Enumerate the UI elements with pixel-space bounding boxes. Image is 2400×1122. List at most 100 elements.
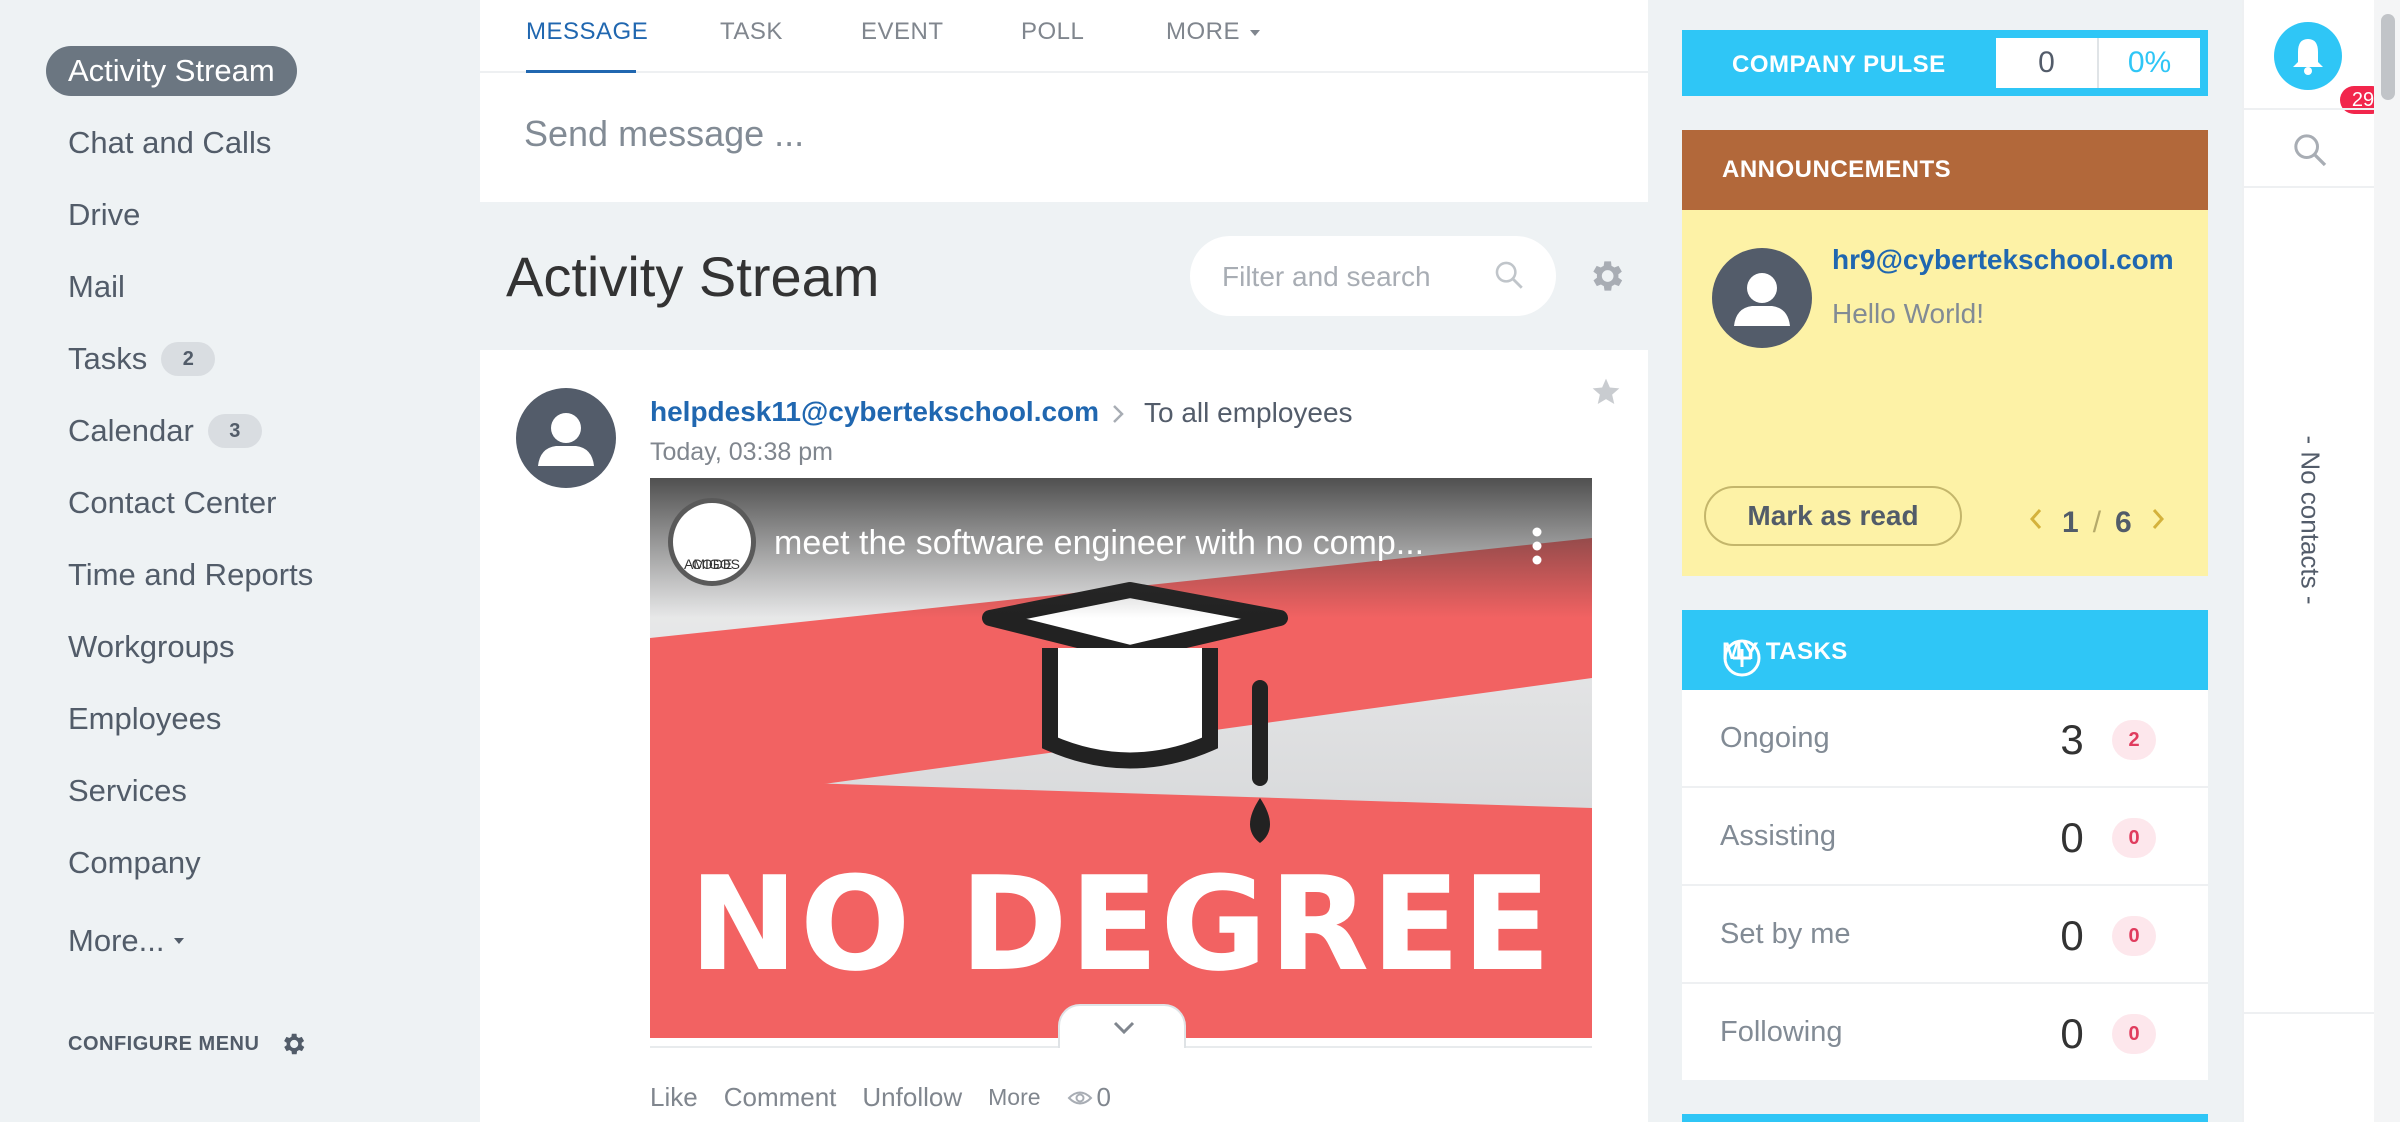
stream-settings-gear-icon[interactable] — [1586, 256, 1626, 301]
user-silhouette-icon — [1734, 273, 1790, 326]
tab-event[interactable]: EVENT — [861, 18, 944, 46]
sidebar-item-services[interactable]: Services — [46, 766, 209, 816]
active-tab-indicator — [526, 70, 636, 73]
scrollbar-thumb[interactable] — [2381, 14, 2395, 100]
avatar[interactable] — [1712, 248, 1812, 348]
sidebar-item-time-and-reports[interactable]: Time and Reports — [46, 550, 335, 600]
task-row-assisting[interactable]: Assisting 0 0 — [1682, 788, 2208, 886]
post-recipient[interactable]: To all employees — [1144, 397, 1353, 429]
post-author-link[interactable]: helpdesk11@cybertekschool.com — [650, 396, 1099, 428]
sidebar-item-calendar[interactable]: Calendar 3 — [46, 406, 284, 456]
channel-logo-line2: CODE — [691, 556, 733, 572]
sidebar-item-mail[interactable]: Mail — [46, 262, 147, 312]
comment-button[interactable]: Comment — [724, 1082, 837, 1113]
tab-message[interactable]: MESSAGE — [526, 18, 648, 46]
pager-separator: / — [2092, 506, 2102, 539]
sidebar-item-more[interactable]: More... — [46, 916, 206, 966]
task-row-count: 0 — [2060, 1010, 2084, 1057]
chevron-right-icon[interactable] — [2150, 506, 2166, 540]
video-embed[interactable]: AMIGOS CODE meet the software engineer wi… — [650, 478, 1592, 1038]
tasks-count-badge: 2 — [161, 342, 216, 376]
tab-task[interactable]: TASK — [720, 18, 783, 46]
mark-as-read-button[interactable]: Mark as read — [1704, 486, 1962, 546]
add-task-icon[interactable] — [1722, 638, 2182, 685]
left-sidebar: Activity Stream Chat and Calls Drive Mai… — [0, 0, 478, 1122]
chevron-left-icon[interactable] — [2028, 506, 2044, 540]
video-title[interactable]: meet the software engineer with no comp.… — [774, 524, 1424, 563]
star-icon[interactable] — [1590, 376, 1622, 413]
task-row-badge: 2 — [2112, 720, 2156, 760]
sidebar-item-company[interactable]: Company — [46, 838, 223, 888]
task-row-count: 3 — [2060, 716, 2084, 763]
sidebar-item-activity-stream[interactable]: Activity Stream — [46, 46, 297, 96]
configure-menu-label: CONFIGURE MENU — [68, 1032, 260, 1055]
task-row-ongoing[interactable]: Ongoing 3 2 — [1682, 690, 2208, 788]
channel-logo[interactable]: AMIGOS CODE — [668, 498, 756, 586]
thumbnail-headline: NO DEGREE — [689, 848, 1553, 1000]
filter-search-input[interactable]: Filter and search — [1190, 236, 1556, 316]
my-tasks-widget: MY TASKS Ongoing 3 2 Assisting 0 0 Set b… — [1682, 610, 2208, 1080]
sidebar-item-label: Time and Reports — [68, 557, 314, 592]
like-button[interactable]: Like — [650, 1082, 698, 1113]
sidebar-item-label: Company — [68, 845, 201, 880]
expand-post-button[interactable] — [1058, 1004, 1186, 1048]
divider — [2244, 1012, 2374, 1014]
task-row-label: Assisting — [1720, 820, 1837, 852]
pager-current: 1 — [2062, 506, 2079, 539]
notifications-button[interactable]: 29 — [2274, 22, 2386, 114]
calendar-count-badge: 3 — [207, 414, 262, 448]
task-row-count: 0 — [2060, 912, 2084, 959]
announcement-text[interactable]: Hello World! — [1832, 298, 1984, 330]
page-title: Activity Stream — [506, 245, 880, 308]
composer-tabs: MESSAGE TASK EVENT POLL MORE — [480, 0, 1648, 73]
announcements-widget: ANNOUNCEMENTS hr9@cybertekschool.com Hel… — [1682, 130, 2208, 576]
sidebar-item-label: Chat and Calls — [68, 125, 272, 160]
sidebar-item-employees[interactable]: Employees — [46, 694, 243, 744]
views-counter[interactable]: 0 — [1067, 1082, 1111, 1113]
task-row-badge: 0 — [2112, 1014, 2156, 1054]
pulse-percent: 0% — [2127, 46, 2172, 79]
tab-poll[interactable]: POLL — [1021, 18, 1084, 46]
avatar[interactable] — [516, 388, 616, 488]
divider — [2244, 186, 2374, 188]
post-actions: Like Comment Unfollow More 0 — [650, 1082, 1111, 1113]
pulse-values: 0 0% — [1996, 38, 2200, 88]
sidebar-item-label: Contact Center — [68, 485, 277, 520]
unfollow-button[interactable]: Unfollow — [862, 1082, 962, 1113]
sidebar-item-label: Workgroups — [68, 629, 235, 664]
task-row-set-by-me[interactable]: Set by me 0 0 — [1682, 886, 2208, 984]
feed-post: helpdesk11@cybertekschool.com To all emp… — [480, 350, 1648, 1122]
no-contacts-label: - No contacts - — [2295, 435, 2326, 605]
sidebar-item-label: Calendar — [68, 413, 194, 448]
next-widget-edge — [1682, 1114, 2208, 1122]
bell-icon — [2293, 39, 2323, 75]
sidebar-item-tasks[interactable]: Tasks 2 — [46, 334, 237, 384]
my-tasks-header: MY TASKS — [1682, 610, 2208, 690]
post-timestamp[interactable]: Today, 03:38 pm — [650, 438, 833, 467]
company-pulse-widget[interactable]: COMPANY PULSE 0 0% — [1682, 30, 2208, 96]
send-message-input[interactable]: Send message ... — [524, 113, 804, 155]
tab-more[interactable]: MORE — [1166, 18, 1260, 46]
announcements-header: ANNOUNCEMENTS — [1682, 130, 2208, 210]
task-row-count: 0 — [2060, 814, 2084, 861]
more-actions-button[interactable]: More — [988, 1084, 1040, 1111]
sidebar-item-label: Activity Stream — [68, 53, 275, 88]
announcement-author-link[interactable]: hr9@cybertekschool.com — [1832, 244, 2174, 276]
announcement-pager: 1 / 6 — [2028, 506, 2166, 540]
search-icon — [1492, 258, 1526, 297]
kebab-menu-icon[interactable] — [1530, 526, 1544, 566]
task-row-label: Set by me — [1720, 918, 1851, 950]
task-row-badge: 0 — [2112, 818, 2156, 858]
caret-down-icon — [174, 938, 185, 944]
company-pulse-label: COMPANY PULSE — [1732, 51, 1946, 78]
task-row-following[interactable]: Following 0 0 — [1682, 984, 2208, 1082]
sidebar-item-chat-and-calls[interactable]: Chat and Calls — [46, 118, 293, 168]
scrollbar[interactable] — [2374, 0, 2400, 1122]
search-icon[interactable] — [2290, 130, 2330, 175]
sidebar-item-drive[interactable]: Drive — [46, 190, 162, 240]
task-row-label: Following — [1720, 1016, 1843, 1048]
views-count: 0 — [1096, 1082, 1111, 1112]
configure-menu-button[interactable]: CONFIGURE MENU — [68, 1030, 307, 1058]
sidebar-item-contact-center[interactable]: Contact Center — [46, 478, 299, 528]
sidebar-item-workgroups[interactable]: Workgroups — [46, 622, 257, 672]
